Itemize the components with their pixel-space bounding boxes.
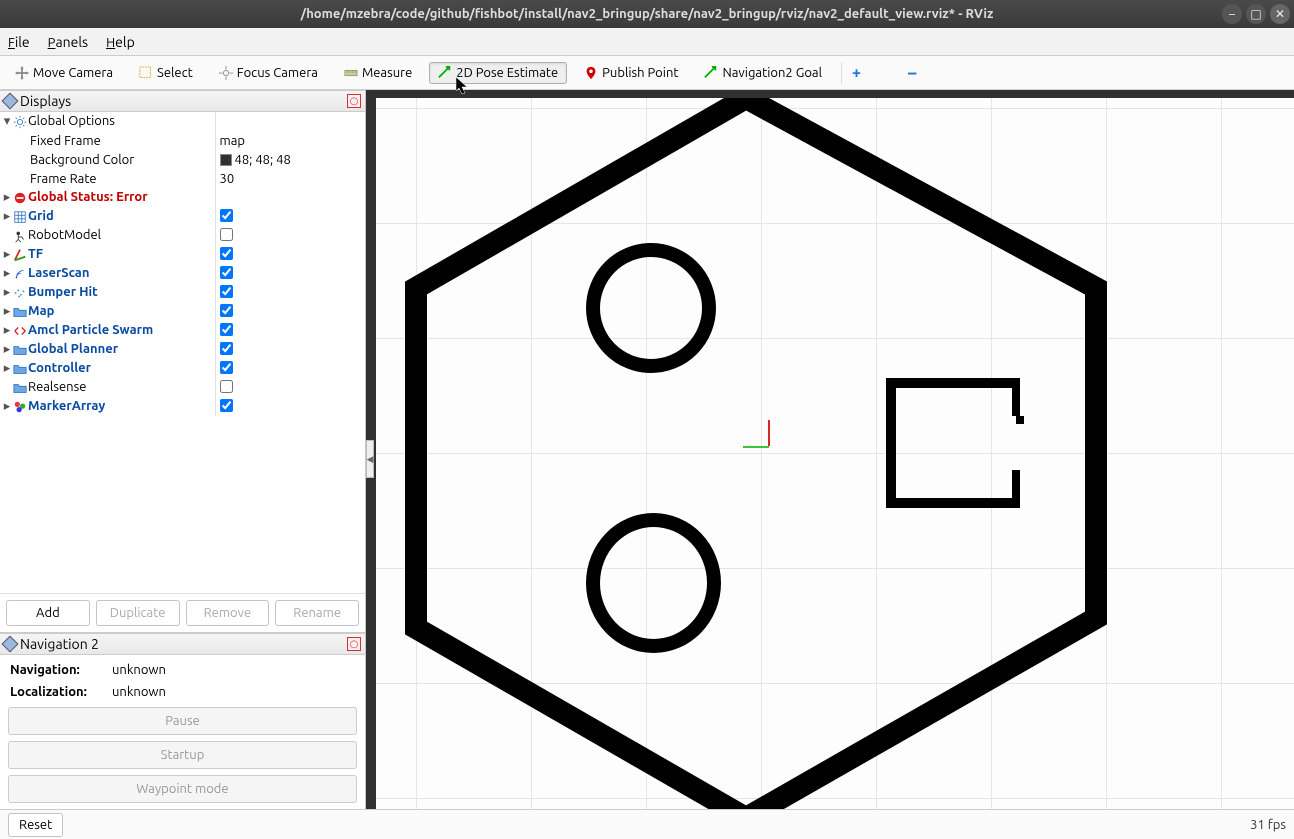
occupancy-map xyxy=(376,98,1294,809)
pose-estimate-icon xyxy=(438,66,452,80)
toolbar: Move Camera Select Focus Camera Measure … xyxy=(0,56,1294,90)
add-button[interactable]: Add xyxy=(6,600,90,626)
displays-title: Displays xyxy=(20,93,71,109)
nav2-goal-button[interactable]: Navigation2 Goal xyxy=(695,62,831,84)
rename-button[interactable]: Rename xyxy=(275,600,359,626)
measure-button[interactable]: Measure xyxy=(335,62,421,84)
startup-button[interactable]: Startup xyxy=(8,741,357,769)
map-obstacle-dot xyxy=(1016,416,1024,424)
tree-item[interactable]: ▸Global Status: Error xyxy=(0,188,365,207)
duplicate-button[interactable]: Duplicate xyxy=(96,600,180,626)
tree-item[interactable]: RobotModel xyxy=(0,226,365,245)
toolbar-add-icon[interactable]: + xyxy=(852,64,861,82)
localization-value: unknown xyxy=(112,685,166,699)
navigation-value: unknown xyxy=(112,663,166,677)
tree-item[interactable]: ▸Amcl Particle Swarm xyxy=(0,321,365,340)
tree-item[interactable]: ▸MarkerArray xyxy=(0,397,365,416)
nav2-close-icon[interactable]: ○ xyxy=(347,637,361,651)
publish-point-icon xyxy=(584,66,598,80)
visibility-checkbox[interactable] xyxy=(220,361,233,374)
visibility-checkbox[interactable] xyxy=(220,380,233,393)
statusbar: Reset 31 fps xyxy=(0,809,1294,839)
tree-item[interactable]: ▸Grid xyxy=(0,207,365,226)
menu-help[interactable]: Help xyxy=(106,34,135,50)
map-obstacle-square-edge-bottom xyxy=(1012,470,1020,508)
tree-subitem[interactable]: Background Color48; 48; 48 xyxy=(0,150,365,169)
visibility-checkbox[interactable] xyxy=(220,342,233,355)
window-minimize-button[interactable]: – xyxy=(1222,4,1242,24)
window-maximize-button[interactable]: □ xyxy=(1246,4,1266,24)
fps-display: 31 fps xyxy=(1250,818,1286,832)
publish-point-button[interactable]: Publish Point xyxy=(575,62,687,84)
menubar: File Panels Help xyxy=(0,28,1294,56)
displays-close-icon[interactable]: ○ xyxy=(347,94,361,108)
nav2-panel-header[interactable]: Navigation 2 ○ xyxy=(0,633,365,655)
tree-item[interactable]: ▸Global Planner xyxy=(0,340,365,359)
tree-item[interactable]: ▾Global Options xyxy=(0,112,365,131)
move-camera-button[interactable]: Move Camera xyxy=(6,62,122,84)
map-canvas[interactable] xyxy=(376,98,1294,809)
toolbar-remove-icon[interactable]: − xyxy=(907,63,917,83)
panel-icon xyxy=(2,636,19,653)
nav2-navigation-row: Navigation: unknown xyxy=(10,663,355,677)
move-camera-icon xyxy=(15,66,29,80)
window-titlebar: /home/mzebra/code/github/fishbot/install… xyxy=(0,0,1294,28)
left-panel: Displays ○ ▾Global OptionsFixed Framemap… xyxy=(0,90,366,809)
map-obstacle-square xyxy=(886,378,1016,508)
nav2-goal-icon xyxy=(704,66,718,80)
tree-item[interactable]: ▸Map xyxy=(0,302,365,321)
displays-button-row: Add Duplicate Remove Rename xyxy=(0,593,365,632)
nav2-title: Navigation 2 xyxy=(20,636,99,652)
nav2-panel: Navigation 2 ○ Navigation: unknown Local… xyxy=(0,632,365,809)
navigation-label: Navigation: xyxy=(10,663,102,677)
remove-button[interactable]: Remove xyxy=(186,600,270,626)
visibility-checkbox[interactable] xyxy=(220,323,233,336)
tree-item[interactable]: ▸Controller xyxy=(0,359,365,378)
focus-camera-icon xyxy=(219,66,233,80)
focus-camera-button[interactable]: Focus Camera xyxy=(210,62,327,84)
select-button[interactable]: Select xyxy=(130,62,202,84)
tree-subitem[interactable]: Fixed Framemap xyxy=(0,131,365,150)
map-obstacle-circle-2 xyxy=(586,513,721,653)
displays-panel-header[interactable]: Displays ○ xyxy=(0,90,365,112)
map-obstacle-circle-1 xyxy=(586,243,716,373)
visibility-checkbox[interactable] xyxy=(220,247,233,260)
menu-panels[interactable]: Panels xyxy=(48,34,88,50)
nav2-localization-row: Localization: unknown xyxy=(10,685,355,699)
map-obstacle-square-edge-top xyxy=(1012,378,1020,416)
visibility-checkbox[interactable] xyxy=(220,209,233,222)
pose-estimate-button[interactable]: 2D Pose Estimate xyxy=(429,62,567,84)
tree-item[interactable]: ▸TF xyxy=(0,245,365,264)
tree-item[interactable]: ▸LaserScan xyxy=(0,264,365,283)
localization-label: Localization: xyxy=(10,685,102,699)
reset-button[interactable]: Reset xyxy=(8,813,63,837)
left-panel-handle[interactable]: ◀ xyxy=(366,440,374,478)
measure-icon xyxy=(344,66,358,80)
3d-viewport[interactable]: ◀ ▶ xyxy=(366,90,1294,809)
menu-file[interactable]: File xyxy=(8,34,30,50)
tree-item[interactable]: Realsense xyxy=(0,378,365,397)
window-title: /home/mzebra/code/github/fishbot/install… xyxy=(301,7,994,21)
waypoint-mode-button[interactable]: Waypoint mode xyxy=(8,775,357,803)
visibility-checkbox[interactable] xyxy=(220,228,233,241)
visibility-checkbox[interactable] xyxy=(220,304,233,317)
visibility-checkbox[interactable] xyxy=(220,285,233,298)
panel-icon xyxy=(2,93,19,110)
tree-subitem[interactable]: Frame Rate30 xyxy=(0,169,365,188)
window-close-button[interactable]: ✕ xyxy=(1270,4,1290,24)
displays-tree[interactable]: ▾Global OptionsFixed FramemapBackground … xyxy=(0,112,365,593)
tree-item[interactable]: ▸Bumper Hit xyxy=(0,283,365,302)
visibility-checkbox[interactable] xyxy=(220,399,233,412)
pause-button[interactable]: Pause xyxy=(8,707,357,735)
toolbar-separator xyxy=(841,62,842,84)
select-icon xyxy=(139,66,153,80)
visibility-checkbox[interactable] xyxy=(220,266,233,279)
